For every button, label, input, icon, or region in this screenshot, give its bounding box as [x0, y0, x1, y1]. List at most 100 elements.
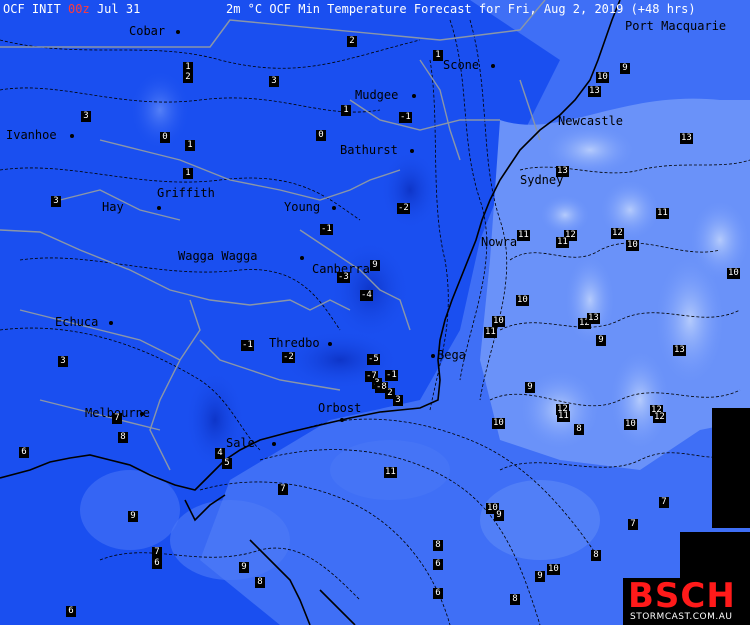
value-label: 3 — [393, 395, 403, 406]
value-label: 11 — [384, 467, 397, 478]
value-label: -4 — [360, 290, 373, 301]
place-label: Bathurst — [340, 143, 398, 157]
place-label: Newcastle — [558, 114, 624, 128]
value-label: 7 — [659, 497, 669, 508]
forecast-map: OCF INIT 00z Jul 31 2m °C OCF Min Temper… — [0, 0, 750, 625]
value-label: 0 — [160, 132, 170, 143]
value-label: 13 — [588, 86, 601, 97]
value-label: -1 — [241, 340, 254, 351]
value-label: 8 — [510, 594, 520, 605]
value-label: -2 — [282, 352, 295, 363]
town-dot — [491, 64, 495, 68]
place-label: Cobar — [129, 24, 166, 38]
bsch-logo: BSCH STORMCAST.COM.AU — [623, 576, 750, 625]
value-label: 6 — [433, 559, 443, 570]
town-dot — [328, 342, 332, 346]
place-label: Thredbo — [269, 336, 320, 350]
value-label: 5 — [222, 458, 232, 469]
town-dot — [431, 354, 435, 358]
value-label: 9 — [239, 562, 249, 573]
value-label: 3 — [51, 196, 61, 207]
value-label: 13 — [587, 313, 600, 324]
value-label: 10 — [516, 295, 529, 306]
logo-text: BSCH — [628, 576, 736, 616]
value-label: 10 — [624, 419, 637, 430]
value-label: -5 — [367, 354, 380, 365]
map-header: OCF INIT 00z Jul 31 2m °C OCF Min Temper… — [0, 0, 750, 18]
place-label: Scone — [443, 58, 480, 72]
place-label: Ivanhoe — [6, 128, 57, 142]
value-label: 9 — [620, 63, 630, 74]
value-label: 6 — [19, 447, 29, 458]
value-label: 2 — [347, 36, 357, 47]
value-label: -1 — [385, 370, 398, 381]
value-label: 1 — [341, 105, 351, 116]
value-label: 9 — [535, 571, 545, 582]
value-label: 10 — [492, 418, 505, 429]
town-dot — [272, 442, 276, 446]
value-label: 10 — [492, 316, 505, 327]
run-info: OCF INIT 00z Jul 31 — [3, 2, 141, 16]
town-dot — [157, 206, 161, 210]
value-label: 7 — [152, 547, 162, 558]
value-label: 9 — [370, 260, 380, 271]
place-label: Mudgee — [355, 88, 399, 102]
place-label: Orbost — [318, 401, 362, 415]
place-label: Nowra — [481, 235, 518, 249]
value-label: 8 — [591, 550, 601, 561]
value-label: 12 — [611, 228, 624, 239]
value-label: 11 — [557, 411, 570, 422]
place-label: Echuca — [55, 315, 99, 329]
town-dot — [176, 30, 180, 34]
value-label: 9 — [128, 511, 138, 522]
value-label: 0 — [316, 130, 326, 141]
value-label: 1 — [433, 50, 443, 61]
value-label: 9 — [596, 335, 606, 346]
value-label: 2 — [183, 72, 193, 83]
value-label: 11 — [484, 327, 497, 338]
value-label: 9 — [494, 510, 504, 521]
logo-site: STORMCAST.COM.AU — [630, 612, 733, 622]
value-label: 8 — [118, 432, 128, 443]
value-label: 7 — [112, 413, 122, 424]
map-title: 2m °C OCF Min Temperature Forecast for F… — [226, 2, 696, 16]
value-label: 13 — [556, 166, 569, 177]
value-label: 11 — [517, 230, 530, 241]
town-dot — [412, 94, 416, 98]
value-label: 11 — [556, 237, 569, 248]
value-label: 13 — [673, 345, 686, 356]
place-label: Hay — [102, 200, 124, 214]
value-label: 8 — [433, 540, 443, 551]
value-label: -3 — [337, 272, 350, 283]
value-label: 1 — [183, 168, 193, 179]
town-dot — [140, 412, 144, 416]
town-dot — [109, 321, 113, 325]
value-label: 12 — [653, 412, 666, 423]
value-label: 10 — [626, 240, 639, 251]
value-label: 8 — [574, 424, 584, 435]
value-label: 10 — [727, 268, 740, 279]
value-label: 1 — [185, 140, 195, 151]
value-label: 10 — [596, 72, 609, 83]
town-dot — [70, 134, 74, 138]
value-label: -1 — [320, 224, 333, 235]
value-label: 13 — [680, 133, 693, 144]
place-label: Wagga Wagga — [178, 249, 258, 263]
place-label: Port Macquarie — [625, 19, 727, 33]
town-dot — [410, 149, 414, 153]
value-label: 7 — [628, 519, 638, 530]
value-label: 8 — [255, 577, 265, 588]
place-label: Young — [284, 200, 321, 214]
value-label: 9 — [525, 382, 535, 393]
value-label: 11 — [656, 208, 669, 219]
town-dot — [340, 418, 344, 422]
value-label: 3 — [81, 111, 91, 122]
place-label: Griffith — [157, 186, 215, 200]
value-label: 6 — [152, 558, 162, 569]
value-label: 6 — [433, 588, 443, 599]
value-label: 7 — [278, 484, 288, 495]
value-label: 10 — [547, 564, 560, 575]
place-label: Bega — [437, 348, 466, 362]
value-label: -1 — [399, 112, 412, 123]
value-label: 3 — [269, 76, 279, 87]
